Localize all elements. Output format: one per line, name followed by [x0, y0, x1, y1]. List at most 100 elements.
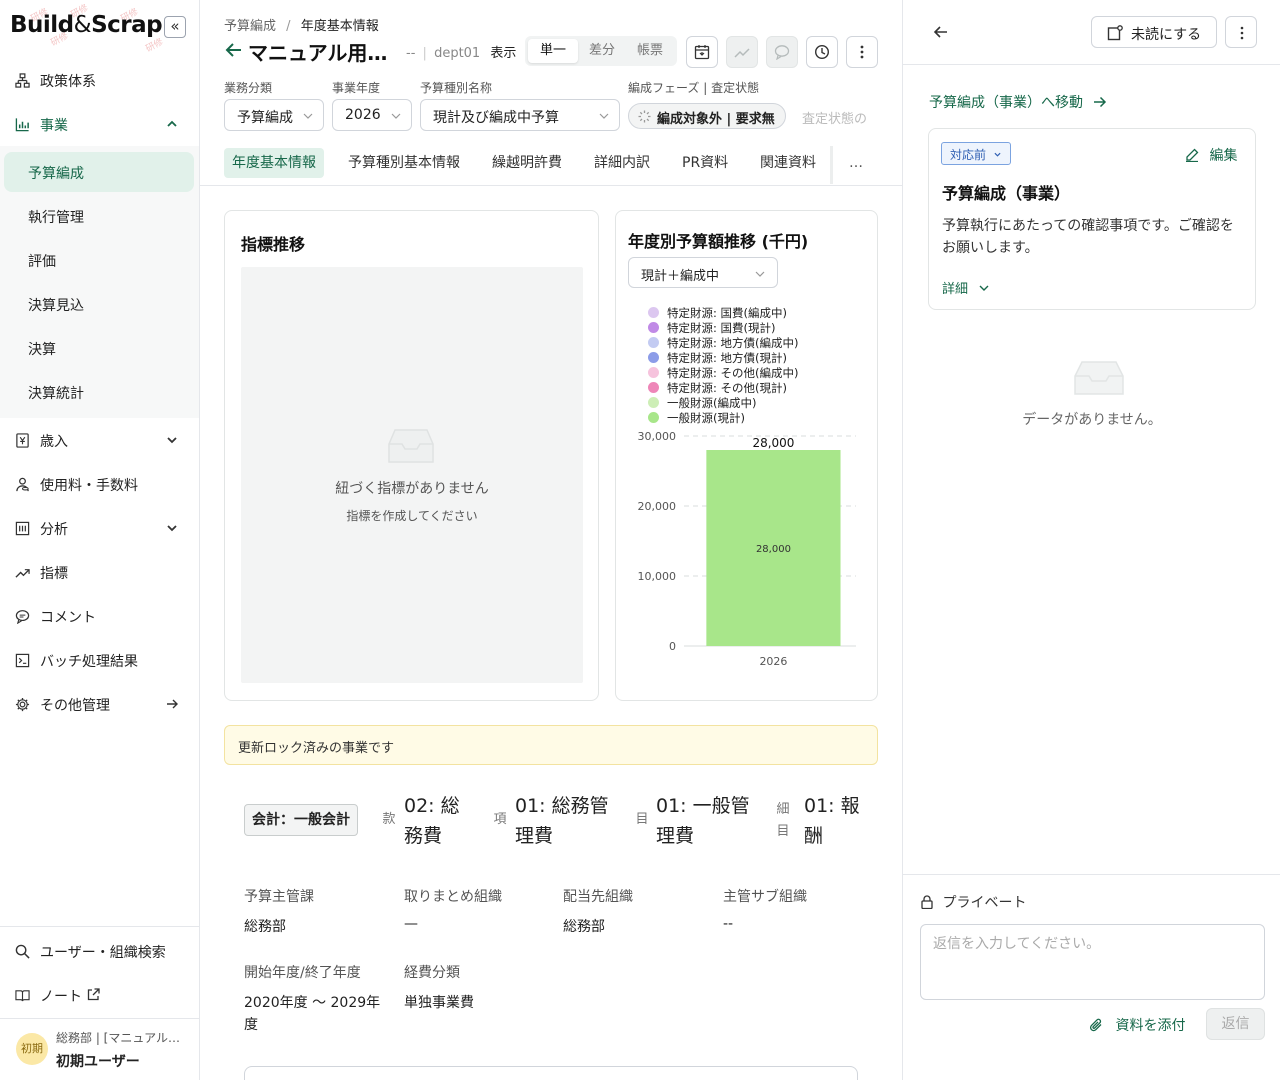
nav-label: 事業: [40, 118, 68, 134]
card-title: 年度別予算額推移 (千円): [628, 232, 809, 251]
comment-button[interactable]: [766, 36, 798, 68]
info-label: 開始年度/終了年度: [244, 965, 361, 981]
detail-toggle[interactable]: 詳細: [942, 278, 990, 297]
display-label: 表示: [490, 46, 517, 61]
more-vertical-icon: [1240, 26, 1244, 40]
loading-icon: [638, 110, 651, 123]
subnav-settlement-stats[interactable]: 決算統計: [4, 372, 194, 412]
filter-label: 業務分類: [224, 81, 273, 95]
mode-single[interactable]: 単一: [528, 39, 578, 63]
tab-scroll-indicator: [830, 146, 833, 184]
nav-label: ノート: [40, 989, 82, 1005]
tab-pr-materials[interactable]: PR資料: [682, 148, 728, 178]
chevron-down-icon: [755, 271, 765, 277]
y-tick-label: 10,000: [638, 570, 677, 583]
info-label: 予算主管課: [244, 889, 314, 905]
nav-fees[interactable]: 使用料・手数料: [0, 464, 199, 504]
business-select[interactable]: 予算編成: [224, 99, 324, 131]
calendar-button[interactable]: [686, 36, 718, 68]
nav-label: コメント: [40, 610, 96, 626]
breadcrumb-link[interactable]: 予算編成: [224, 19, 276, 34]
indicator-empty-state: 紐づく指標がありません 指標を作成してください: [241, 267, 583, 683]
nav-other-management[interactable]: その他管理: [0, 684, 199, 724]
empty-inbox-icon: [1074, 361, 1124, 395]
divider: [0, 926, 199, 927]
info-value: 単独事業費: [404, 995, 474, 1011]
filter-label: 編成フェーズ | 査定状態: [628, 81, 760, 95]
mode-report[interactable]: 帳票: [626, 39, 674, 63]
chevron-down-icon: [167, 525, 177, 532]
legend-swatch: [648, 397, 659, 408]
private-label: プライベート: [921, 892, 1026, 912]
subnav-budget-formulation[interactable]: 予算編成: [4, 152, 194, 192]
avatar[interactable]: 初期: [16, 1033, 48, 1065]
budget-trend-card: 年度別予算額推移 (千円) 現計＋編成中 特定財源: 国費(編成中) 特定財源: …: [615, 210, 878, 701]
empty-hint: 指標を作成してください: [346, 509, 478, 523]
back-arrow-icon[interactable]: [931, 22, 951, 42]
chevron-down-icon: [994, 152, 1001, 157]
subnav-settlement[interactable]: 決算: [4, 328, 194, 368]
back-arrow-icon[interactable]: [224, 40, 244, 60]
moku-label: 目: [635, 812, 649, 827]
subnav-evaluation[interactable]: 評価: [4, 240, 194, 280]
indicator-trend-card: 指標推移 紐づく指標がありません 指標を作成してください: [224, 210, 599, 701]
nav-user-org-search[interactable]: ユーザー・組織検索: [0, 931, 199, 971]
nav-indicators[interactable]: 指標: [0, 552, 199, 592]
chevron-down-icon: [599, 113, 609, 119]
info-value: 総務部: [244, 919, 286, 935]
nav-revenue[interactable]: 歳入: [0, 420, 199, 460]
external-link-icon: [87, 988, 100, 1001]
main-content: 予算編成 / 年度基本情報 マニュアル用… -- | dept01 表示 単一 …: [200, 0, 902, 1080]
status-dropdown[interactable]: 対応前: [941, 142, 1011, 165]
budget-view-select[interactable]: 現計＋編成中: [628, 257, 778, 288]
year-select[interactable]: 2026: [332, 99, 412, 131]
y-tick-label: 30,000: [638, 430, 677, 443]
user-name: 初期ユーザー: [56, 1054, 140, 1070]
nav-analysis[interactable]: 分析: [0, 508, 199, 548]
history-button[interactable]: [806, 36, 838, 68]
no-data-message: データがありません。: [1022, 412, 1162, 428]
nav-policy-system[interactable]: 政策体系: [0, 60, 199, 100]
nav-label: ユーザー・組織検索: [40, 945, 166, 961]
move-to-budget-link[interactable]: 予算編成（事業）へ移動: [929, 92, 1107, 112]
chevron-down-icon: [391, 113, 401, 119]
nav-comments[interactable]: コメント: [0, 596, 199, 636]
terminal-icon: [15, 653, 30, 668]
phase-status-chip[interactable]: 編成対象外 | 要求無: [628, 103, 786, 129]
tab-related-materials[interactable]: 関連資料: [760, 148, 816, 178]
tab-more[interactable]: …: [849, 148, 863, 178]
page-title: マニュアル用…: [248, 41, 388, 65]
nav-notes[interactable]: ノート: [0, 975, 199, 1015]
budget-type-select[interactable]: 現計及び編成中予算: [420, 99, 620, 131]
info-value: 総務部: [563, 919, 605, 935]
subnav-settlement-forecast[interactable]: 決算見込: [4, 284, 194, 324]
tab-details[interactable]: 詳細内訳: [594, 148, 650, 178]
tab-bar: 年度基本情報 予算種別基本情報 繰越明許費 詳細内訳 PR資料 関連資料 …: [224, 140, 878, 186]
panel-more-button[interactable]: [1225, 16, 1257, 48]
nav-business[interactable]: 事業: [0, 104, 199, 144]
nav-label: バッチ処理結果: [40, 654, 138, 670]
nav-label: 政策体系: [40, 74, 96, 90]
title-meta: -- | dept01 表示: [406, 46, 517, 61]
lock-icon: [921, 895, 933, 909]
reply-input[interactable]: 返信を入力してください。: [920, 924, 1265, 1000]
subnav-execution[interactable]: 執行管理: [4, 196, 194, 236]
tab-budget-type-info[interactable]: 予算種別基本情報: [348, 148, 460, 178]
more-options-button[interactable]: [846, 36, 878, 68]
trend-button[interactable]: [726, 36, 758, 68]
tab-annual-basic-info[interactable]: 年度基本情報: [224, 148, 324, 178]
nav-batch-results[interactable]: バッチ処理結果: [0, 640, 199, 680]
trend-icon: [15, 569, 30, 578]
reply-button[interactable]: 返信: [1206, 1008, 1265, 1040]
mark-unread-button[interactable]: 未読にする: [1091, 16, 1217, 48]
attach-file-button[interactable]: 資料を添付: [1089, 1015, 1185, 1035]
collapse-sidebar-button[interactable]: «: [164, 16, 186, 38]
mode-diff[interactable]: 差分: [578, 39, 626, 63]
legend-label: 特定財源: その他(編成中): [667, 366, 799, 380]
app-logo[interactable]: Build&Scrap: [10, 12, 163, 38]
edit-button[interactable]: 編集: [1185, 145, 1237, 165]
tab-carryover[interactable]: 繰越明許費: [492, 148, 562, 178]
info-label: 配当先組織: [563, 889, 633, 905]
legend-label: 特定財源: 地方債(現計): [667, 351, 788, 365]
info-value: --: [723, 916, 734, 932]
